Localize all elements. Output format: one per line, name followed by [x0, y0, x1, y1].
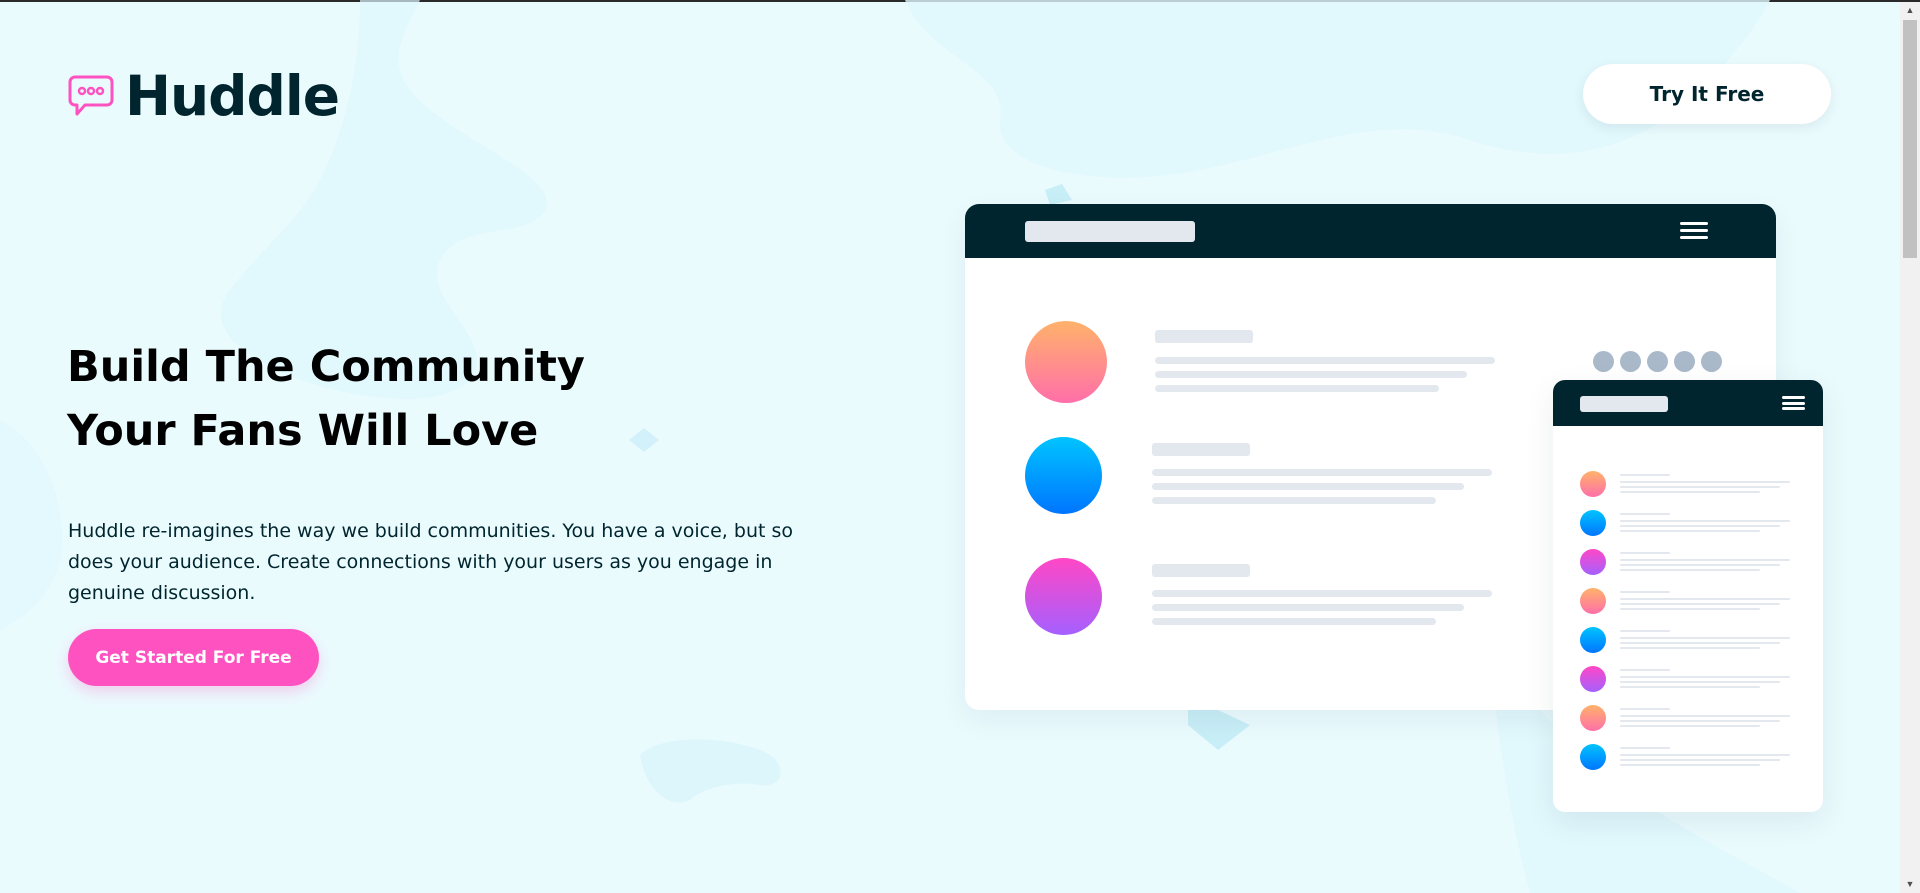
- try-it-free-button[interactable]: Try It Free: [1583, 64, 1831, 124]
- vertical-scrollbar[interactable]: ▲ ▼: [1900, 2, 1920, 893]
- scrollbar-thumb[interactable]: [1903, 20, 1917, 258]
- mockup-title-placeholder: [1025, 221, 1195, 242]
- hero-description: Huddle re-imagines the way we build comm…: [68, 516, 798, 609]
- rating-dot: [1674, 351, 1695, 372]
- hamburger-menu-icon: [1680, 222, 1708, 239]
- mockup-header-bar: [1553, 380, 1823, 426]
- avatar: [1580, 705, 1606, 731]
- avatar: [1025, 321, 1107, 403]
- placeholder-line: [1155, 330, 1253, 343]
- avatar: [1580, 744, 1606, 770]
- hero-description-line: Huddle re-imagines the way we build comm…: [68, 520, 794, 542]
- scroll-down-arrow-icon[interactable]: ▼: [1900, 876, 1920, 893]
- hero-headline: Build The Community Your Fans Will Love: [67, 335, 687, 463]
- mockup-list-row: [1580, 666, 1800, 694]
- window-top-border: [0, 0, 1920, 2]
- hero-description-line: does your audience. Create connections w…: [68, 551, 773, 573]
- rating-dot: [1701, 351, 1722, 372]
- hero-headline-line: Your Fans Will Love: [67, 406, 539, 456]
- mockup-title-placeholder: [1580, 396, 1668, 412]
- placeholder-line: [1152, 604, 1464, 611]
- rating-dot: [1620, 351, 1641, 372]
- hero-description-line: genuine discussion.: [68, 582, 256, 604]
- avatar: [1025, 437, 1102, 514]
- placeholder-line: [1155, 385, 1439, 392]
- placeholder-line: [1152, 590, 1492, 597]
- avatar: [1580, 627, 1606, 653]
- placeholder-line: [1152, 443, 1250, 456]
- placeholder-line: [1155, 371, 1467, 378]
- avatar: [1025, 558, 1102, 635]
- mockup-list-row: [1580, 705, 1800, 733]
- hero-headline-line: Build The Community: [67, 342, 585, 392]
- placeholder-line: [1152, 469, 1492, 476]
- avatar: [1580, 588, 1606, 614]
- mockup-list-row: [1580, 744, 1800, 772]
- get-started-button[interactable]: Get Started For Free: [68, 629, 319, 686]
- mockup-list-row: [1580, 588, 1800, 616]
- rating-dot: [1647, 351, 1668, 372]
- mockup-list-row: [1580, 627, 1800, 655]
- chat-bubble-icon: [68, 75, 114, 116]
- brand-logo[interactable]: Huddle: [67, 64, 340, 128]
- mockup-header-bar: [965, 204, 1776, 258]
- avatar: [1580, 510, 1606, 536]
- placeholder-line: [1152, 618, 1436, 625]
- placeholder-line: [1152, 497, 1436, 504]
- avatar: [1580, 549, 1606, 575]
- mockup-list-row: [1580, 471, 1800, 499]
- brand-name: Huddle: [125, 64, 340, 128]
- rating-dot: [1593, 351, 1614, 372]
- placeholder-line: [1152, 564, 1250, 577]
- avatar: [1580, 471, 1606, 497]
- hamburger-menu-icon: [1782, 396, 1805, 410]
- mockup-list-row: [1580, 510, 1800, 538]
- mobile-mockup-illustration: [1553, 380, 1823, 812]
- avatar: [1580, 666, 1606, 692]
- placeholder-line: [1152, 483, 1464, 490]
- scroll-up-arrow-icon[interactable]: ▲: [1900, 2, 1920, 19]
- mockup-list-row: [1580, 549, 1800, 577]
- placeholder-line: [1155, 357, 1495, 364]
